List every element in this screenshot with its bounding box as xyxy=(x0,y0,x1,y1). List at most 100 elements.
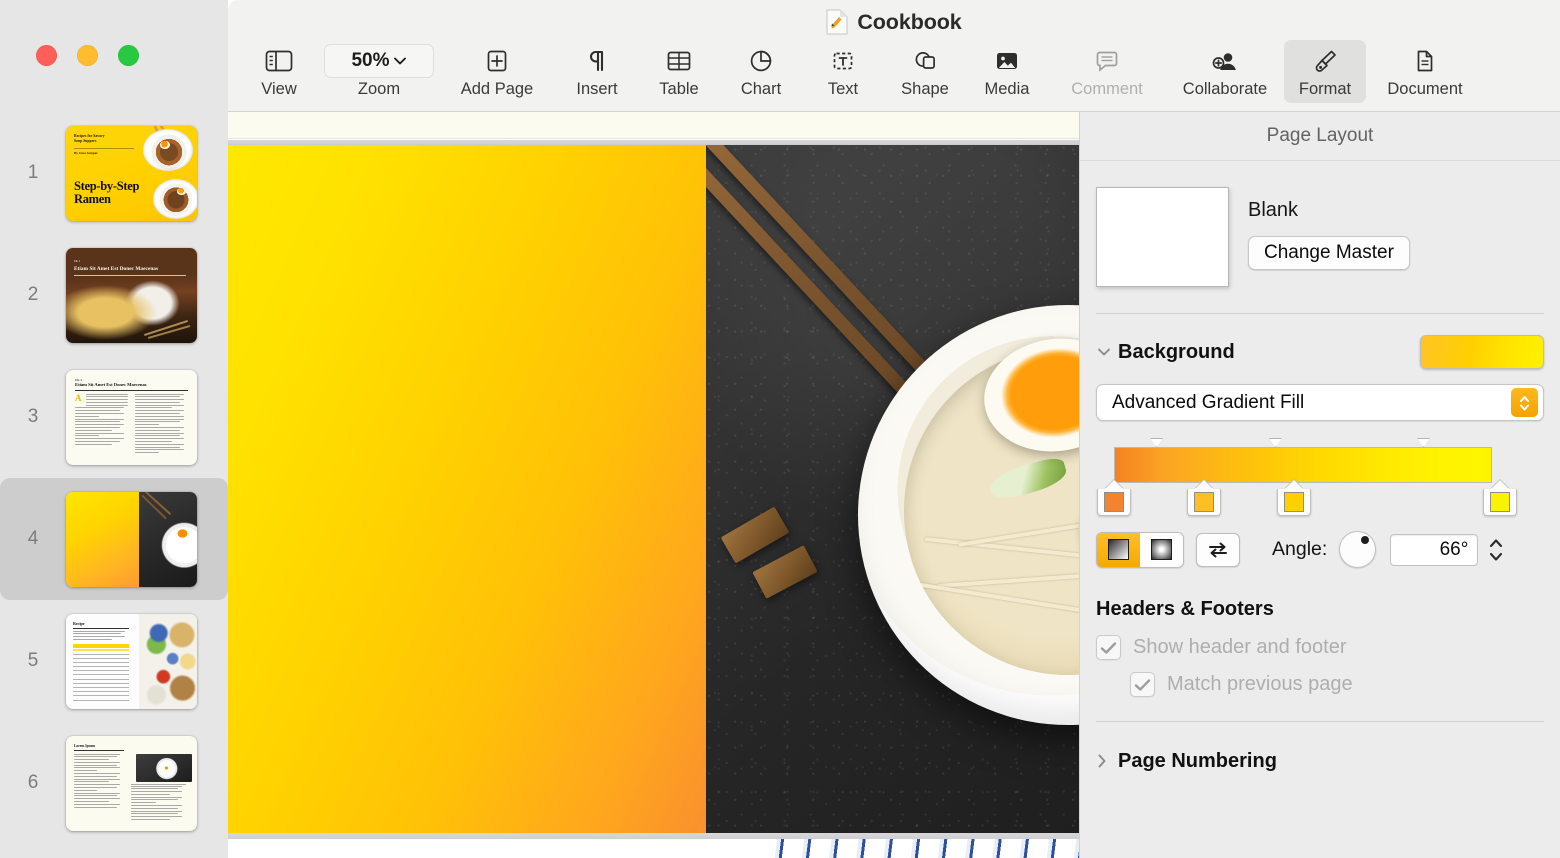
gradient-preview-bar[interactable] xyxy=(1114,447,1492,483)
toolbar-view-button[interactable]: View xyxy=(238,40,320,99)
gradient-midpoint-marker[interactable] xyxy=(1415,438,1432,455)
match-previous-page-checkbox[interactable] xyxy=(1130,672,1155,697)
angle-stepper[interactable] xyxy=(1485,533,1507,567)
toolbar-zoom-control[interactable]: 50% Zoom xyxy=(320,40,438,99)
gradient-editor[interactable] xyxy=(1096,438,1544,516)
background-color-swatch[interactable] xyxy=(1420,335,1544,369)
document-canvas[interactable] xyxy=(228,112,1079,858)
divider xyxy=(1096,721,1544,722)
toolbar-media-button[interactable]: Media xyxy=(966,40,1048,99)
match-previous-page-row[interactable]: Match previous page xyxy=(1080,672,1560,697)
table-header-row xyxy=(73,643,129,648)
page-thumbnail-image-5[interactable]: Recipe xyxy=(66,613,197,709)
linear-gradient-button[interactable] xyxy=(1097,532,1140,567)
toolbar-table-button[interactable]: Table xyxy=(638,40,720,99)
angle-dial[interactable] xyxy=(1339,531,1377,568)
gradient-color-stop-2[interactable] xyxy=(1187,480,1221,516)
background-section-header[interactable]: Background xyxy=(1080,334,1560,370)
page-number-label: 5 xyxy=(27,650,39,671)
change-master-button[interactable]: Change Master xyxy=(1248,236,1410,270)
recipe-intro-text xyxy=(73,630,129,642)
page-number-label: 4 xyxy=(27,528,39,549)
page-thumbnail-image-4[interactable] xyxy=(66,491,197,587)
page-thumbnail-image-3[interactable]: Ch. 1 Etiam Sit Amet Est Donec Maecenas … xyxy=(66,369,197,465)
page-4-gradient-ramen[interactable] xyxy=(228,145,1079,833)
add-person-icon xyxy=(1210,44,1240,78)
fill-type-value: Advanced Gradient Fill xyxy=(1112,391,1305,413)
radial-gradient-button[interactable] xyxy=(1140,532,1183,567)
toolbar-insert-button[interactable]: Insert xyxy=(556,40,638,99)
gradient-color-stop-3[interactable] xyxy=(1277,480,1311,516)
toolbar-format-button[interactable]: Format xyxy=(1284,40,1366,103)
scallion xyxy=(987,454,1070,504)
divider xyxy=(74,147,134,149)
photo-caption xyxy=(131,783,186,785)
page-thumbnail-2[interactable]: 2 Ch. 1 Etiam Sit Amet Est Donec Maecena… xyxy=(0,234,228,356)
gradient-type-segmented[interactable] xyxy=(1096,531,1184,568)
toolbar-chart-button[interactable]: Chart xyxy=(720,40,802,99)
toolbar-comment-button[interactable]: Comment xyxy=(1048,40,1166,99)
page-thumbnail-image-2[interactable]: Ch. 1 Etiam Sit Amet Est Donec Maecenas xyxy=(66,247,197,343)
next-page-photo-edge xyxy=(768,839,1079,858)
pilcrow-icon xyxy=(584,44,610,78)
flip-gradient-button[interactable] xyxy=(1196,532,1240,567)
toolbar-view-label: View xyxy=(261,80,297,98)
zoom-dropdown[interactable]: 50% xyxy=(324,44,434,78)
toolbar-format-label: Format xyxy=(1298,80,1352,98)
fill-type-select[interactable]: Advanced Gradient Fill xyxy=(1096,384,1544,421)
page-thumbnail-3[interactable]: 3 Ch. 1 Etiam Sit Amet Est Donec Maecena… xyxy=(0,356,228,478)
cover-kicker: Recipes for Savory Soup Suppers xyxy=(74,133,105,144)
ramen-photo-decor xyxy=(136,753,192,782)
next-page-edge xyxy=(228,839,1079,858)
gradient-midpoint-marker[interactable] xyxy=(1148,438,1165,455)
document-icon xyxy=(1412,44,1438,78)
toolbar-media-label: Media xyxy=(984,80,1030,98)
image-icon xyxy=(993,44,1021,78)
page-numbering-section-header[interactable]: Page Numbering xyxy=(1080,744,1560,778)
show-header-footer-checkbox[interactable] xyxy=(1096,635,1121,660)
select-stepper-icon[interactable] xyxy=(1511,388,1538,417)
text-box-icon xyxy=(829,44,857,78)
toolbar-add-page-button[interactable]: Add Page xyxy=(438,40,556,99)
plus-square-icon xyxy=(483,44,511,78)
toolbar-text-button[interactable]: Text xyxy=(802,40,884,99)
master-page-row: Blank Change Master xyxy=(1080,161,1560,287)
toolbar-document-button[interactable]: Document xyxy=(1366,40,1484,99)
toolbar-shape-button[interactable]: Shape xyxy=(884,40,966,99)
minimize-button[interactable] xyxy=(77,45,98,66)
gradient-midpoint-marker[interactable] xyxy=(1267,438,1284,455)
page-thumbnail-image-6[interactable]: Lorem Ipsum xyxy=(66,735,197,831)
toolbar-add-page-label: Add Page xyxy=(460,80,534,98)
gradient-color-stop-1[interactable] xyxy=(1097,480,1131,516)
page-thumbnail-4[interactable]: 4 xyxy=(0,478,228,600)
gradient-color-stop-4[interactable] xyxy=(1483,480,1517,516)
divider xyxy=(73,627,129,629)
gradient-panel-decor xyxy=(66,491,139,587)
page-numbering-label: Page Numbering xyxy=(1118,749,1277,772)
show-header-footer-row[interactable]: Show header and footer xyxy=(1080,635,1560,660)
master-name-label: Blank xyxy=(1248,199,1299,221)
recipe-title: Recipe xyxy=(73,620,85,626)
window-controls[interactable] xyxy=(36,45,139,66)
page-thumbnail-6[interactable]: 6 Lorem Ipsum xyxy=(0,722,228,844)
ramen-bowl-decor xyxy=(153,178,197,219)
close-button[interactable] xyxy=(36,45,57,66)
toolbar-collaborate-button[interactable]: Collaborate xyxy=(1166,40,1284,99)
page-navigator-sidebar[interactable]: 1 Recipes for Savory Soup Suppers By Uma… xyxy=(0,0,228,858)
chapter-title: Etiam Sit Amet Est Donec Maecenas xyxy=(74,265,159,272)
maximize-button[interactable] xyxy=(118,45,139,66)
toolbar-chart-label: Chart xyxy=(740,80,782,98)
ramen-photograph xyxy=(706,145,1079,833)
angle-value-field[interactable]: 66° xyxy=(1390,533,1479,566)
format-inspector-panel[interactable]: Page Layout Blank Change Master Backgrou… xyxy=(1079,112,1560,858)
chevron-right-icon[interactable] xyxy=(1096,753,1118,769)
table-subheader-row xyxy=(73,648,129,651)
page-thumbnail-5[interactable]: 5 Recipe xyxy=(0,600,228,722)
title-bar[interactable]: Cookbook xyxy=(228,0,1560,44)
master-thumbnail[interactable] xyxy=(1096,187,1229,287)
page-thumbnail-1[interactable]: 1 Recipes for Savory Soup Suppers By Uma… xyxy=(0,112,228,234)
sidebar-icon xyxy=(264,44,294,78)
chapter-title: Etiam Sit Amet Est Donec Maecenas xyxy=(75,381,147,387)
chevron-down-icon[interactable] xyxy=(1096,346,1118,358)
page-thumbnail-image-1[interactable]: Recipes for Savory Soup Suppers By Uma S… xyxy=(66,125,197,221)
